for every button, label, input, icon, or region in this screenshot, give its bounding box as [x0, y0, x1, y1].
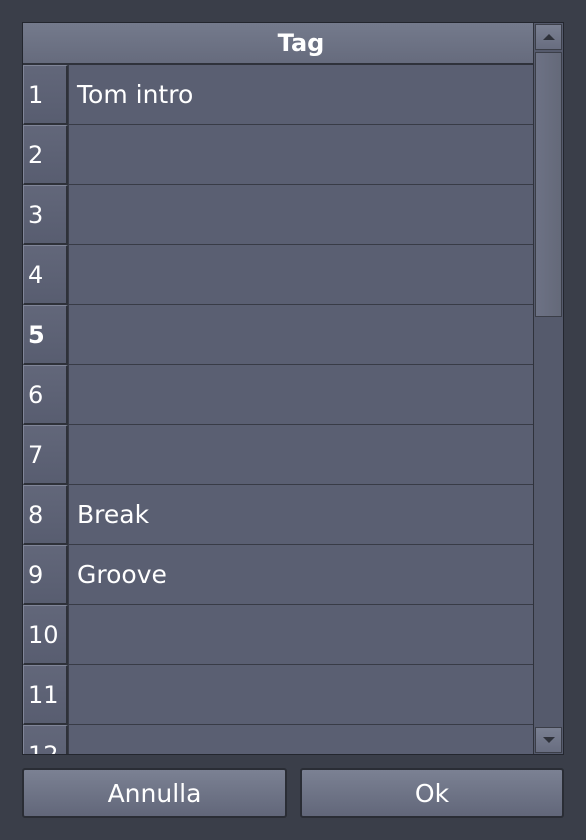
tag-cell[interactable] [68, 425, 534, 485]
table-row[interactable]: 10 [23, 605, 534, 665]
row-number[interactable]: 5 [23, 305, 68, 365]
table-row[interactable]: 5 [23, 305, 534, 365]
scroll-up-button[interactable] [535, 24, 562, 50]
ok-button[interactable]: Ok [300, 768, 564, 818]
table-row[interactable]: 1 Tom intro [23, 65, 534, 125]
tag-cell[interactable] [68, 365, 534, 425]
table-row[interactable]: 11 [23, 665, 534, 725]
tag-dialog: Tag 1 Tom intro 2 3 4 5 6 7 8 Break 9 Groove 10 11 12 … [0, 0, 586, 840]
vertical-scrollbar[interactable] [533, 23, 563, 754]
column-header-tag[interactable]: Tag [23, 23, 534, 65]
scroll-down-button[interactable] [535, 727, 562, 753]
row-number[interactable]: 9 [23, 545, 68, 605]
row-number[interactable]: 2 [23, 125, 68, 185]
tag-cell[interactable] [68, 305, 534, 365]
table-row[interactable]: 2 [23, 125, 534, 185]
row-number[interactable]: 3 [23, 185, 68, 245]
row-number[interactable]: 4 [23, 245, 68, 305]
row-number[interactable]: 12 [23, 725, 68, 754]
table-rows: 1 Tom intro 2 3 4 5 6 7 8 Break 9 Groove 10 11 12 [23, 65, 534, 754]
triangle-up-icon [542, 34, 555, 40]
table-row[interactable]: 7 [23, 425, 534, 485]
row-number[interactable]: 7 [23, 425, 68, 485]
tag-cell[interactable]: Groove [68, 545, 534, 605]
triangle-down-icon [542, 737, 555, 743]
row-number[interactable]: 10 [23, 605, 68, 665]
tag-table: Tag 1 Tom intro 2 3 4 5 6 7 8 Break 9 Groove 10 11 12 [22, 22, 564, 755]
scroll-thumb[interactable] [535, 52, 562, 317]
column-header-label: Tag [277, 29, 325, 57]
cancel-button[interactable]: Annulla [22, 768, 287, 818]
row-number[interactable]: 8 [23, 485, 68, 545]
row-number[interactable]: 1 [23, 65, 68, 125]
row-number[interactable]: 6 [23, 365, 68, 425]
tag-cell[interactable] [68, 665, 534, 725]
tag-cell[interactable]: Break [68, 485, 534, 545]
row-number[interactable]: 11 [23, 665, 68, 725]
table-row[interactable]: 8 Break [23, 485, 534, 545]
table-row[interactable]: 3 [23, 185, 534, 245]
table-row[interactable]: 6 [23, 365, 534, 425]
tag-cell[interactable]: Tom intro [68, 65, 534, 125]
tag-cell[interactable] [68, 605, 534, 665]
table-row[interactable]: 9 Groove [23, 545, 534, 605]
tag-cell[interactable] [68, 725, 534, 754]
table-row[interactable]: 12 [23, 725, 534, 754]
tag-cell[interactable] [68, 245, 534, 305]
table-row[interactable]: 4 [23, 245, 534, 305]
tag-cell[interactable] [68, 125, 534, 185]
tag-cell[interactable] [68, 185, 534, 245]
